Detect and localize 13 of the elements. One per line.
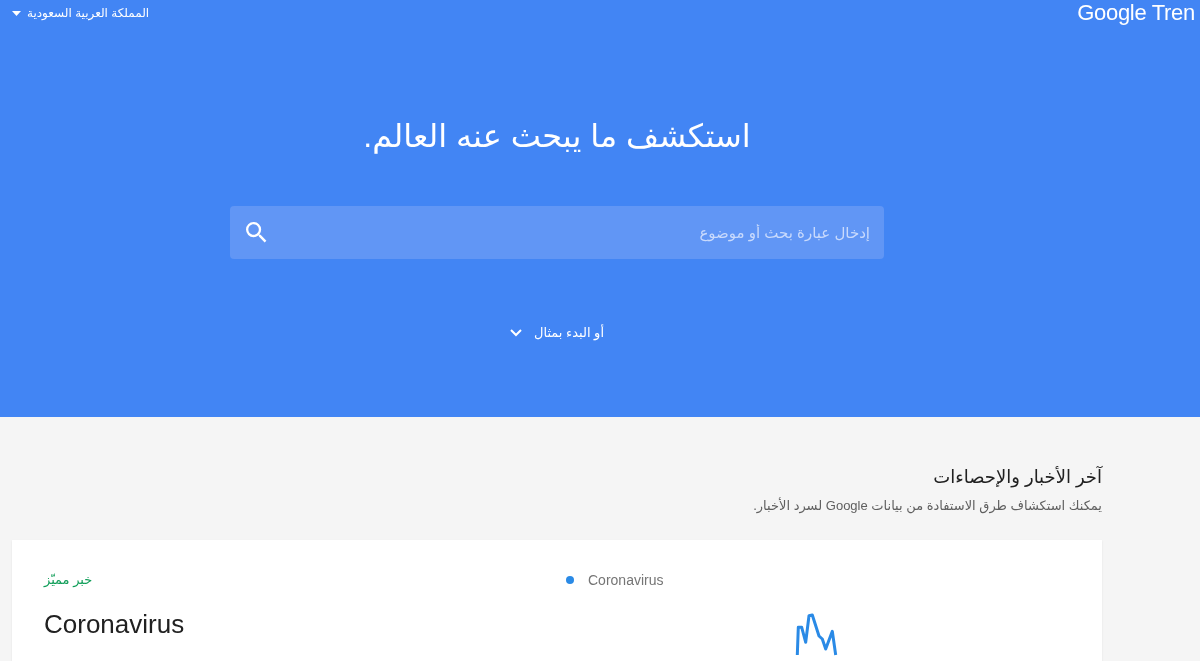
logo-text[interactable]: Google Tren <box>1077 0 1195 26</box>
section-subtitle: يمكنك استكشاف طرق الاستفادة من بيانات Google لسرد الأخبار. <box>753 497 1102 515</box>
hero-title: استكشف ما يبحث عنه العالم. <box>363 117 751 156</box>
search-icon[interactable] <box>246 222 267 243</box>
section-title: آخر الأخبار والإحصاءات <box>933 465 1102 490</box>
region-selector[interactable]: المملكة العربية السعودية <box>10 2 152 24</box>
examples-toggle[interactable]: أو البدء بمثال <box>506 323 608 342</box>
chevron-down-icon <box>510 328 522 337</box>
legend-dot-icon <box>566 576 574 584</box>
story-title: Coronavirus <box>44 608 185 640</box>
caret-icon <box>12 10 21 16</box>
featured-tag: خبر مميّز <box>44 570 93 590</box>
legend-label: Coronavirus <box>588 571 664 590</box>
